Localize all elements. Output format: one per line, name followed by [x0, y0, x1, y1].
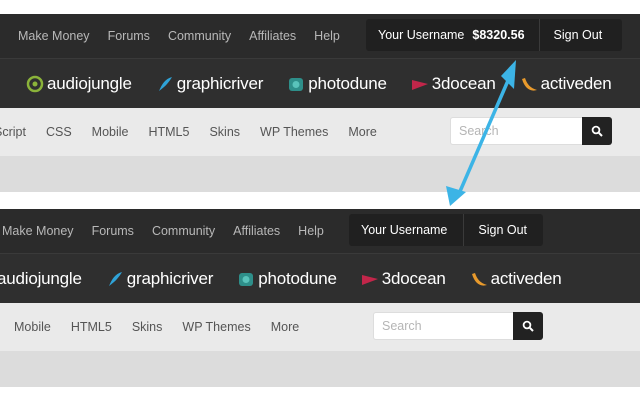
category-skins[interactable]: Skins	[209, 125, 240, 139]
market-activeden[interactable]: activeden	[520, 74, 612, 94]
search-button[interactable]	[513, 312, 543, 340]
market-name: activeden	[540, 74, 612, 93]
market-name: graphicriver	[126, 269, 214, 288]
market-bar: audiojungle graphicriver photodune 3doce…	[0, 253, 640, 304]
search-box	[450, 117, 612, 145]
category-wp-themes[interactable]: WP Themes	[182, 320, 250, 334]
search-input[interactable]	[450, 117, 582, 145]
nav-help[interactable]: Help	[298, 224, 324, 238]
market-bar: audiojungle graphicriver photodune 3doce…	[0, 58, 640, 109]
category-mobile[interactable]: Mobile	[14, 320, 51, 334]
audiojungle-logo-icon	[26, 75, 44, 93]
category-more[interactable]: More	[348, 125, 376, 139]
market-links: audiojungle graphicriver photodune 3doce…	[0, 254, 586, 304]
market-activeden[interactable]: activeden	[470, 269, 562, 289]
page-strip	[0, 351, 640, 387]
nav-community[interactable]: Community	[168, 29, 231, 43]
market-links: audiojungle graphicriver photodune 3doce…	[26, 59, 636, 109]
header-after: Make Money Forums Community Affiliates H…	[0, 209, 640, 387]
3docean-logo-icon	[411, 80, 428, 90]
market-name: activeden	[490, 269, 562, 288]
category-bar: Mobile HTML5 Skins WP Themes More	[0, 303, 640, 351]
market-3docean[interactable]: 3docean	[411, 74, 496, 94]
photodune-logo-icon	[239, 273, 254, 286]
sign-out-button[interactable]: Sign Out	[464, 223, 541, 237]
category-html5[interactable]: HTML5	[148, 125, 189, 139]
username-link[interactable]: Your Username	[366, 28, 476, 42]
search-button[interactable]	[582, 117, 612, 145]
market-photodune[interactable]: photodune	[287, 74, 387, 94]
graphicriver-logo-icon	[108, 272, 122, 286]
category-more[interactable]: More	[271, 320, 299, 334]
market-graphicriver[interactable]: graphicriver	[106, 269, 213, 289]
search-input[interactable]	[373, 312, 513, 340]
top-nav: Make Money Forums Community Affiliates H…	[2, 209, 342, 253]
activeden-logo-icon	[471, 273, 487, 286]
category-links: Script CSS Mobile HTML5 Skins WP Themes …	[0, 108, 397, 156]
nav-community[interactable]: Community	[152, 224, 215, 238]
category-script[interactable]: Script	[0, 125, 26, 139]
nav-help[interactable]: Help	[314, 29, 340, 43]
nav-make-money[interactable]: Make Money	[2, 224, 74, 238]
market-graphicriver[interactable]: graphicriver	[156, 74, 263, 94]
account-balance: $8320.56	[472, 28, 525, 42]
user-box: Your Username Sign Out	[349, 214, 543, 246]
nav-forums[interactable]: Forums	[108, 29, 150, 43]
market-name: photodune	[258, 269, 337, 288]
nav-make-money[interactable]: Make Money	[18, 29, 90, 43]
page-strip	[0, 156, 640, 192]
3docean-logo-icon	[361, 275, 378, 285]
market-audiojungle[interactable]: audiojungle	[26, 74, 132, 94]
username-link[interactable]: Your Username	[349, 223, 463, 237]
nav-affiliates[interactable]: Affiliates	[233, 224, 280, 238]
category-wp-themes[interactable]: WP Themes	[260, 125, 328, 139]
market-name: 3docean	[381, 269, 446, 288]
user-box: Your Username $8320.56 Sign Out	[366, 19, 622, 51]
market-photodune[interactable]: photodune	[237, 269, 337, 289]
category-css[interactable]: CSS	[46, 125, 72, 139]
top-bar: Make Money Forums Community Affiliates H…	[0, 14, 640, 58]
category-html5[interactable]: HTML5	[71, 320, 112, 334]
activeden-logo-icon	[521, 78, 537, 91]
market-audiojungle[interactable]: audiojungle	[0, 269, 82, 289]
graphicriver-logo-icon	[158, 77, 172, 91]
nav-affiliates[interactable]: Affiliates	[249, 29, 296, 43]
category-links: Mobile HTML5 Skins WP Themes More	[14, 303, 319, 351]
magnifier-icon	[591, 125, 603, 137]
top-nav: Make Money Forums Community Affiliates H…	[18, 14, 358, 58]
header-before: Make Money Forums Community Affiliates H…	[0, 14, 640, 192]
category-mobile[interactable]: Mobile	[92, 125, 129, 139]
market-3docean[interactable]: 3docean	[361, 269, 446, 289]
market-name: graphicriver	[176, 74, 264, 93]
market-name: audiojungle	[0, 269, 82, 288]
magnifier-icon	[522, 320, 534, 332]
category-skins[interactable]: Skins	[132, 320, 163, 334]
market-name: photodune	[308, 74, 387, 93]
search-box	[373, 312, 543, 340]
sign-out-button[interactable]: Sign Out	[540, 28, 617, 42]
top-bar: Make Money Forums Community Affiliates H…	[0, 209, 640, 253]
nav-forums[interactable]: Forums	[92, 224, 134, 238]
photodune-logo-icon	[289, 78, 304, 91]
market-name: 3docean	[431, 74, 496, 93]
market-name: audiojungle	[47, 74, 132, 93]
category-bar: Script CSS Mobile HTML5 Skins WP Themes …	[0, 108, 640, 156]
